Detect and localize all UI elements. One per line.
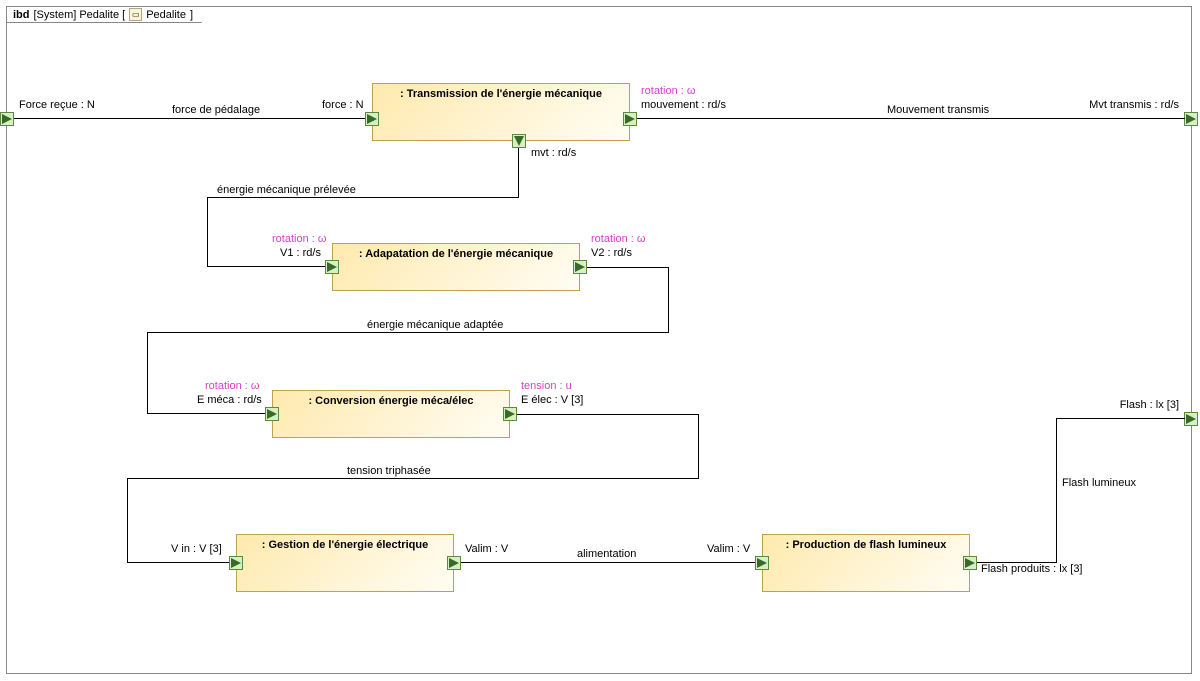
port-transmission-right-stereo: rotation : ω xyxy=(641,85,695,97)
port-gestion-left[interactable] xyxy=(229,556,243,570)
frame-name: Pedalite xyxy=(146,9,186,21)
connector-adaptee-h1 xyxy=(587,267,669,268)
port-gestion-right-label: Valim : V xyxy=(465,543,508,555)
block-transmission[interactable]: : Transmission de l'énergie mécanique xyxy=(372,83,630,141)
connector-prelevee-h2 xyxy=(207,266,325,267)
port-production-right-label: Flash produits : lx [3] xyxy=(981,563,1083,575)
connector-triphase-h2 xyxy=(127,478,699,479)
connector-flash-h2 xyxy=(1056,418,1185,419)
connector-adaptee-label: énergie mécanique adaptée xyxy=(367,319,503,331)
connector-flash-h xyxy=(977,562,1057,563)
connector-triphase-label: tension triphasée xyxy=(347,465,431,477)
connector-prelevee-h xyxy=(207,197,519,198)
diagram-frame: ibd [System] Pedalite [ ▭ Pedalite ] For… xyxy=(6,6,1192,674)
block-production-title: : Production de flash lumineux xyxy=(769,539,963,551)
connector-prelevee-v2 xyxy=(207,197,208,267)
port-conversion-left-label: E méca : rd/s xyxy=(197,394,262,406)
port-conversion-right[interactable] xyxy=(503,407,517,421)
port-adaptation-right-label: V2 : rd/s xyxy=(591,247,632,259)
block-conversion-title: : Conversion énergie méca/élec xyxy=(279,395,503,407)
connector-flash-label: Flash lumineux xyxy=(1062,477,1136,489)
connector-mvt xyxy=(637,118,1185,119)
port-gestion-right[interactable] xyxy=(447,556,461,570)
block-gestion-title: : Gestion de l'énergie électrique xyxy=(243,539,447,551)
block-icon: ▭ xyxy=(129,8,142,21)
frame-port-flash-out-label: Flash : lx [3] xyxy=(1120,399,1179,411)
connector-flash-v xyxy=(1056,418,1057,563)
port-transmission-bottom-label: mvt : rd/s xyxy=(531,147,576,159)
block-adaptation[interactable]: : Adapatation de l'énergie mécanique xyxy=(332,243,580,291)
connector-triphase-v2 xyxy=(127,478,128,563)
port-conversion-left-stereo: rotation : ω xyxy=(205,380,259,392)
port-adaptation-right[interactable] xyxy=(573,260,587,274)
connector-mvt-label: Mouvement transmis xyxy=(887,104,989,116)
block-adaptation-title: : Adapatation de l'énergie mécanique xyxy=(339,248,573,260)
frame-port-flash-out[interactable] xyxy=(1184,412,1198,426)
connector-prelevee-v xyxy=(518,148,519,198)
connector-adaptee-h3 xyxy=(147,413,265,414)
connector-force xyxy=(14,118,365,119)
connector-triphase-h1 xyxy=(517,414,699,415)
port-transmission-right-label: mouvement : rd/s xyxy=(641,99,726,111)
port-adaptation-right-stereo: rotation : ω xyxy=(591,233,645,245)
port-production-right[interactable] xyxy=(963,556,977,570)
port-adaptation-left-stereo: rotation : ω xyxy=(272,233,326,245)
port-gestion-left-label: V in : V [3] xyxy=(171,543,222,555)
connector-triphase-h3 xyxy=(127,562,229,563)
connector-prelevee-label: énergie mécanique prélevée xyxy=(217,184,356,196)
connector-alim xyxy=(461,562,755,563)
port-transmission-left[interactable] xyxy=(365,112,379,126)
port-production-left[interactable] xyxy=(755,556,769,570)
port-adaptation-left-label: V1 : rd/s xyxy=(280,247,321,259)
block-transmission-title: : Transmission de l'énergie mécanique xyxy=(379,88,623,100)
frame-port-mvt-out[interactable] xyxy=(1184,112,1198,126)
frame-tab: ibd [System] Pedalite [ ▭ Pedalite ] xyxy=(6,6,202,23)
block-production[interactable]: : Production de flash lumineux xyxy=(762,534,970,592)
connector-triphase-v1 xyxy=(698,414,699,479)
connector-force-label: force de pédalage xyxy=(172,104,260,116)
port-production-left-label: Valim : V xyxy=(707,543,750,555)
frame-port-mvt-out-label: Mvt transmis : rd/s xyxy=(1089,99,1179,111)
block-conversion[interactable]: : Conversion énergie méca/élec xyxy=(272,390,510,438)
frame-suffix: ] xyxy=(190,9,193,21)
connector-adaptee-v2 xyxy=(147,332,148,414)
frame-prefix: ibd xyxy=(13,9,30,21)
connector-alim-label: alimentation xyxy=(577,548,636,560)
port-adaptation-left[interactable] xyxy=(325,260,339,274)
frame-port-force-in-label: Force reçue : N xyxy=(19,99,95,111)
port-transmission-left-label: force : N xyxy=(322,99,364,111)
connector-adaptee-h2 xyxy=(147,332,669,333)
connector-adaptee-v1 xyxy=(668,267,669,333)
port-transmission-bottom[interactable] xyxy=(512,134,526,148)
port-conversion-left[interactable] xyxy=(265,407,279,421)
port-transmission-right[interactable] xyxy=(623,112,637,126)
port-conversion-right-label: E élec : V [3] xyxy=(521,394,583,406)
block-gestion[interactable]: : Gestion de l'énergie électrique xyxy=(236,534,454,592)
frame-context: [System] Pedalite [ xyxy=(34,9,126,21)
port-conversion-right-stereo: tension : u xyxy=(521,380,572,392)
frame-port-force-in[interactable] xyxy=(0,112,14,126)
